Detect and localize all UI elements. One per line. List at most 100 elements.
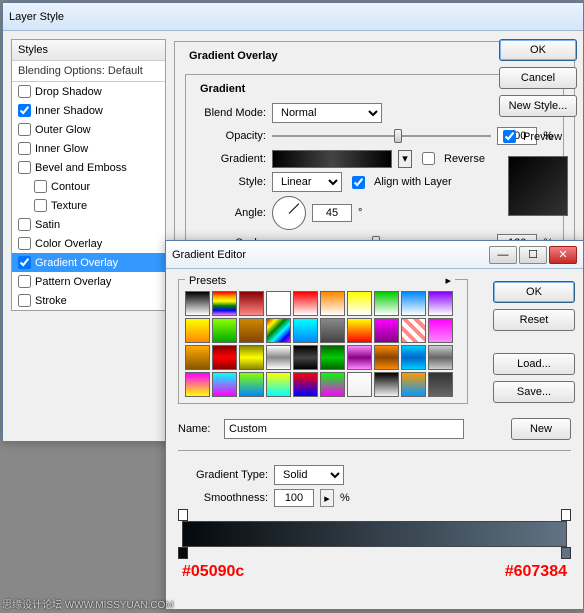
preset-swatch[interactable] bbox=[428, 345, 453, 370]
preset-swatch[interactable] bbox=[239, 291, 264, 316]
style-row-stroke[interactable]: Stroke bbox=[12, 291, 165, 310]
preset-swatch[interactable] bbox=[185, 372, 210, 397]
preset-swatch[interactable] bbox=[293, 345, 318, 370]
ge-ok-button[interactable]: OK bbox=[493, 281, 575, 303]
preset-swatch[interactable] bbox=[428, 318, 453, 343]
style-row-gradient-overlay[interactable]: Gradient Overlay bbox=[12, 253, 165, 272]
style-checkbox[interactable] bbox=[18, 256, 31, 269]
style-checkbox[interactable] bbox=[18, 161, 31, 174]
preset-swatch[interactable] bbox=[266, 318, 291, 343]
preset-swatch[interactable] bbox=[185, 318, 210, 343]
cancel-button[interactable]: Cancel bbox=[499, 67, 577, 89]
preset-swatch[interactable] bbox=[374, 372, 399, 397]
opacity-stop-left[interactable] bbox=[178, 509, 188, 521]
style-checkbox[interactable] bbox=[18, 237, 31, 250]
preset-swatch[interactable] bbox=[185, 345, 210, 370]
gradient-swatch[interactable] bbox=[272, 150, 392, 168]
style-select[interactable]: Linear bbox=[272, 172, 342, 192]
align-checkbox[interactable] bbox=[352, 176, 365, 189]
style-row-inner-glow[interactable]: Inner Glow bbox=[12, 139, 165, 158]
angle-dial[interactable] bbox=[272, 196, 306, 230]
preset-swatch[interactable] bbox=[347, 345, 372, 370]
preset-swatch[interactable] bbox=[428, 291, 453, 316]
style-row-drop-shadow[interactable]: Drop Shadow bbox=[12, 82, 165, 101]
preset-swatch[interactable] bbox=[239, 372, 264, 397]
ge-reset-button[interactable]: Reset bbox=[493, 309, 575, 331]
preset-swatch[interactable] bbox=[320, 291, 345, 316]
preset-swatch[interactable] bbox=[401, 372, 426, 397]
type-select[interactable]: Solid bbox=[274, 465, 344, 485]
color-stop-left[interactable] bbox=[178, 547, 188, 559]
close-icon[interactable]: ✕ bbox=[549, 246, 577, 264]
presets-menu-icon[interactable]: ▸ bbox=[445, 274, 451, 287]
preview-checkbox[interactable] bbox=[503, 130, 516, 143]
preset-swatch[interactable] bbox=[347, 291, 372, 316]
opacity-slider[interactable] bbox=[272, 127, 491, 145]
preset-swatch[interactable] bbox=[266, 345, 291, 370]
style-checkbox[interactable] bbox=[34, 199, 47, 212]
preset-swatch[interactable] bbox=[320, 372, 345, 397]
style-row-outer-glow[interactable]: Outer Glow bbox=[12, 120, 165, 139]
gradient-dropdown[interactable]: ▾ bbox=[398, 150, 412, 168]
preset-swatch[interactable] bbox=[320, 318, 345, 343]
blending-options[interactable]: Blending Options: Default bbox=[12, 61, 165, 82]
preset-swatch[interactable] bbox=[374, 291, 399, 316]
angle-value[interactable]: 45 bbox=[312, 204, 352, 222]
style-row-bevel-and-emboss[interactable]: Bevel and Emboss bbox=[12, 158, 165, 177]
preset-swatch[interactable] bbox=[320, 345, 345, 370]
style-row-satin[interactable]: Satin bbox=[12, 215, 165, 234]
preset-swatch[interactable] bbox=[401, 318, 426, 343]
minimize-icon[interactable]: — bbox=[489, 246, 517, 264]
opacity-stop-right[interactable] bbox=[561, 509, 571, 521]
preset-swatch[interactable] bbox=[293, 372, 318, 397]
style-row-contour[interactable]: Contour bbox=[12, 177, 165, 196]
style-checkbox[interactable] bbox=[18, 275, 31, 288]
preset-swatch[interactable] bbox=[401, 291, 426, 316]
smooth-arrow-icon[interactable]: ▸ bbox=[320, 489, 334, 507]
preset-swatch[interactable] bbox=[239, 318, 264, 343]
titlebar[interactable]: Layer Style bbox=[3, 3, 583, 31]
preset-swatch[interactable] bbox=[212, 318, 237, 343]
preset-swatch[interactable] bbox=[266, 291, 291, 316]
style-checkbox[interactable] bbox=[18, 85, 31, 98]
preset-swatch[interactable] bbox=[347, 318, 372, 343]
preset-swatch[interactable] bbox=[239, 345, 264, 370]
new-button[interactable]: New bbox=[511, 418, 571, 440]
style-checkbox[interactable] bbox=[18, 142, 31, 155]
type-label: Gradient Type: bbox=[178, 469, 268, 481]
style-checkbox[interactable] bbox=[18, 123, 31, 136]
preset-swatch[interactable] bbox=[212, 372, 237, 397]
preset-swatch[interactable] bbox=[266, 372, 291, 397]
preset-swatch[interactable] bbox=[374, 345, 399, 370]
blend-mode-select[interactable]: Normal bbox=[272, 103, 382, 123]
style-row-inner-shadow[interactable]: Inner Shadow bbox=[12, 101, 165, 120]
style-row-pattern-overlay[interactable]: Pattern Overlay bbox=[12, 272, 165, 291]
ge-titlebar[interactable]: Gradient Editor — ☐ ✕ bbox=[166, 241, 583, 269]
style-checkbox[interactable] bbox=[18, 218, 31, 231]
ge-save-button[interactable]: Save... bbox=[493, 381, 575, 403]
preset-swatch[interactable] bbox=[374, 318, 399, 343]
name-input[interactable] bbox=[224, 419, 464, 439]
ok-button[interactable]: OK bbox=[499, 39, 577, 61]
smooth-value[interactable]: 100 bbox=[274, 489, 314, 507]
preset-swatch[interactable] bbox=[293, 318, 318, 343]
preset-swatch[interactable] bbox=[428, 372, 453, 397]
ge-load-button[interactable]: Load... bbox=[493, 353, 575, 375]
new-style-button[interactable]: New Style... bbox=[499, 95, 577, 117]
gradient-bar[interactable] bbox=[182, 521, 567, 547]
reverse-checkbox[interactable] bbox=[422, 152, 435, 165]
maximize-icon[interactable]: ☐ bbox=[519, 246, 547, 264]
style-checkbox[interactable] bbox=[34, 180, 47, 193]
style-row-texture[interactable]: Texture bbox=[12, 196, 165, 215]
preset-swatch[interactable] bbox=[401, 345, 426, 370]
style-checkbox[interactable] bbox=[18, 294, 31, 307]
style-row-color-overlay[interactable]: Color Overlay bbox=[12, 234, 165, 253]
preset-swatch[interactable] bbox=[212, 291, 237, 316]
preset-swatch[interactable] bbox=[347, 372, 372, 397]
style-checkbox[interactable] bbox=[18, 104, 31, 117]
preset-swatch[interactable] bbox=[212, 345, 237, 370]
preset-swatch[interactable] bbox=[185, 291, 210, 316]
preset-swatch[interactable] bbox=[293, 291, 318, 316]
styles-header[interactable]: Styles bbox=[12, 40, 165, 61]
color-stop-right[interactable] bbox=[561, 547, 571, 559]
